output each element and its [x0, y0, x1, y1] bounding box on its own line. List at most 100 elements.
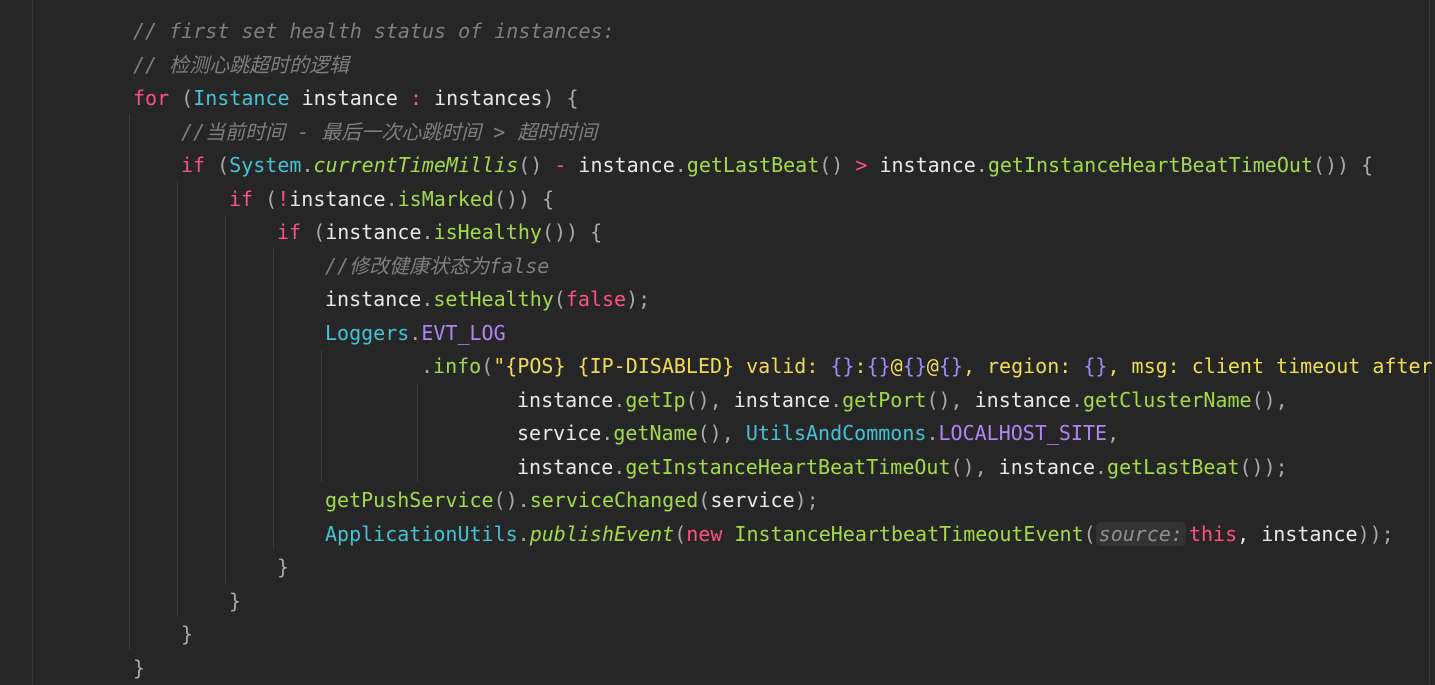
- code-line[interactable]: if (instance.isHealthy()) {: [277, 215, 602, 249]
- code-token: publishEvent: [529, 521, 675, 546]
- code-token: .: [1094, 454, 1108, 479]
- code-line[interactable]: service.getName(), UtilsAndCommons.LOCAL…: [517, 416, 1119, 450]
- code-token: .: [613, 387, 626, 412]
- code-line[interactable]: }: [181, 617, 193, 651]
- code-token: instance: [517, 454, 614, 479]
- code-token: getClusterName: [1082, 387, 1252, 412]
- code-token: this: [1188, 521, 1238, 546]
- code-token: (: [1083, 521, 1096, 546]
- code-token: (): [819, 153, 856, 177]
- code-token: (: [205, 153, 230, 177]
- code-token: (: [553, 287, 566, 311]
- code-token: :: [854, 354, 867, 378]
- indent-guide: [177, 181, 178, 617]
- code-token: }: [229, 588, 242, 613]
- code-line[interactable]: instance.getIp(), instance.getPort(), in…: [517, 383, 1288, 417]
- code-line[interactable]: // first set health status of instances:: [133, 14, 615, 48]
- code-token: }: [133, 655, 146, 680]
- code-token: // first set health status of instances:: [133, 19, 615, 43]
- code-token: }: [181, 622, 194, 646]
- code-line[interactable]: //修改健康状态为false: [325, 249, 549, 283]
- code-token: .: [409, 320, 422, 345]
- code-token: instances: [422, 86, 543, 110]
- code-token: Loggers: [325, 320, 410, 345]
- code-token: ());: [1239, 454, 1288, 479]
- code-token: (: [301, 220, 326, 244]
- code-line[interactable]: Loggers.EVT_LOG: [325, 316, 506, 350]
- code-line[interactable]: if (System.currentTimeMillis() - instanc…: [181, 148, 1373, 182]
- parameter-hint: source:: [1095, 521, 1186, 546]
- code-line[interactable]: // 检测心跳超时的逻辑: [133, 48, 349, 82]
- code-token: !: [277, 186, 290, 211]
- code-token: .: [421, 287, 434, 311]
- code-token: EVT_LOG: [421, 320, 506, 345]
- code-token: InstanceHeartbeatTimeoutEvent: [734, 521, 1084, 546]
- code-line[interactable]: }: [229, 584, 241, 618]
- code-token: , msg: client timeout after: [1107, 354, 1433, 378]
- code-line[interactable]: //当前时间 - 最后一次心跳时间 > 超时时间: [181, 115, 597, 149]
- code-token: service: [517, 421, 602, 445]
- code-token: for: [133, 86, 170, 110]
- code-token: );: [626, 287, 651, 311]
- code-token: .: [1070, 387, 1083, 412]
- code-token: new: [686, 521, 723, 546]
- code-line[interactable]: }: [277, 550, 289, 584]
- code-token: false: [565, 287, 627, 311]
- code-line[interactable]: for (Instance instance : instances) {: [133, 81, 579, 115]
- code-token: {}: [1083, 354, 1108, 378]
- code-token: (: [481, 354, 494, 378]
- code-token: getLastBeat: [686, 153, 820, 177]
- code-token: .: [385, 186, 398, 211]
- code-token: setHealthy: [433, 287, 554, 311]
- gutter-separator-right: [1429, 0, 1430, 684]
- code-token: );: [794, 488, 819, 512]
- code-token: ()) {: [1312, 153, 1374, 177]
- code-token: //当前时间 - 最后一次心跳时间 > 超时时间: [181, 119, 598, 144]
- code-token: getInstanceHeartBeatTimeOut: [625, 454, 951, 479]
- code-token: //修改健康状态为false: [325, 253, 550, 278]
- code-token: getLastBeat: [1107, 454, 1240, 479]
- code-line[interactable]: }: [133, 651, 145, 685]
- code-token: ApplicationUtils: [325, 521, 518, 546]
- code-token: , instance: [1237, 521, 1358, 546]
- indent-guide: [417, 383, 418, 482]
- code-token: ()) {: [493, 186, 555, 211]
- code-line[interactable]: getPushService().serviceChanged(service)…: [325, 483, 819, 517]
- indent-guide: [321, 350, 322, 482]
- code-token: @: [926, 354, 939, 378]
- code-token: instance: [289, 86, 410, 110]
- code-token: "{POS} {IP-DISABLED} valid:: [493, 354, 831, 378]
- code-line[interactable]: ApplicationUtils.publishEvent(new Instan…: [325, 517, 1394, 551]
- code-token: {}: [938, 354, 963, 378]
- code-token: // 检测心跳超时的逻辑: [133, 52, 350, 77]
- code-token: getIp: [625, 387, 686, 412]
- code-token: }: [277, 555, 290, 579]
- code-token: ()) {: [541, 220, 603, 244]
- code-token: getPushService: [325, 488, 494, 512]
- code-token: (),: [1251, 387, 1288, 412]
- code-token: isHealthy: [433, 220, 542, 244]
- code-line[interactable]: instance.setHealthy(false);: [325, 282, 650, 316]
- code-token: .: [830, 387, 843, 412]
- indent-guide: [129, 114, 130, 650]
- code-token: @: [890, 354, 903, 378]
- code-token: ) {: [542, 86, 579, 110]
- code-line[interactable]: .info("{POS} {IP-DISABLED} valid: {}:{}@…: [421, 349, 1433, 383]
- code-token: (),: [697, 421, 746, 445]
- code-line[interactable]: instance.getInstanceHeartBeatTimeOut(), …: [517, 450, 1288, 484]
- code-token: .: [601, 421, 614, 445]
- code-line[interactable]: if (!instance.isMarked()) {: [229, 182, 554, 216]
- code-token: UtilsAndCommons: [745, 421, 927, 445]
- code-token: {}: [830, 354, 855, 378]
- code-token: (: [169, 86, 194, 110]
- code-token: .: [674, 153, 687, 177]
- code-token: info: [433, 354, 482, 378]
- code-token: instance: [566, 153, 675, 177]
- code-token: service: [710, 488, 795, 512]
- code-token: , region:: [962, 354, 1084, 378]
- code-token: instance: [325, 220, 422, 244]
- code-token: (),: [926, 387, 975, 412]
- code-token: instance: [289, 186, 386, 211]
- code-token: if: [229, 186, 254, 211]
